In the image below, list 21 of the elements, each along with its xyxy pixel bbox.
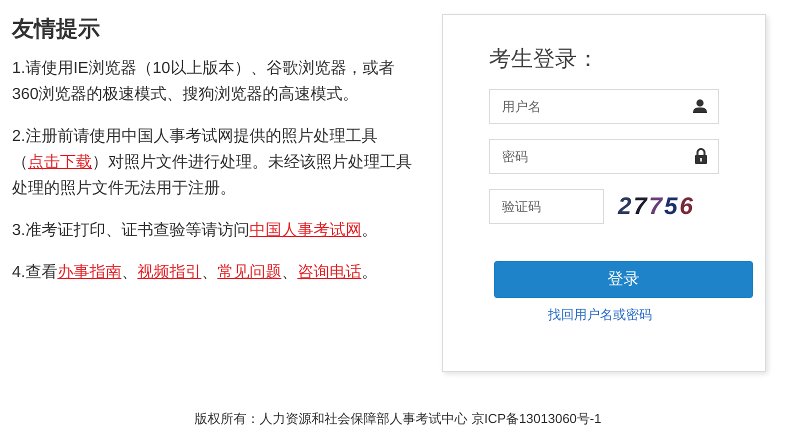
notice-paragraph: 3.准考证打印、证书查验等请访问中国人事考试网。 [12, 220, 378, 241]
password-field[interactable]: 密码 [489, 139, 719, 174]
captcha-image[interactable]: 27756 [618, 190, 718, 224]
user-icon [692, 98, 708, 114]
username-field[interactable]: 用户名 [489, 89, 719, 124]
lock-icon [694, 148, 708, 164]
notice-paragraph: 2.注册前请使用中国人事考试网提供的照片处理工具（点击下载）对照片文件进行处理。未经该照片处理工具处理的照片文件无法用于注册。 [12, 126, 413, 199]
notice-paragraph: 4.查看办事指南、视频指引、常见问题、咨询电话。 [12, 262, 378, 283]
notice-link[interactable]: 中国人事考试网 [249, 222, 362, 239]
recover-link[interactable]: 找回用户名或密码 [548, 306, 652, 324]
notice-link[interactable]: 视频指引 [137, 264, 202, 281]
notice-link[interactable]: 点击下载 [28, 154, 92, 171]
login-button[interactable]: 登录 [494, 261, 753, 298]
notice-link[interactable]: 常见问题 [217, 264, 282, 281]
notice-link[interactable]: 办事指南 [57, 264, 122, 281]
notice-paragraph: 1.请使用IE浏览器（10以上版本）、谷歌浏览器，或者360浏览器的极速模式、搜狗浏览器的高速模式。 [12, 58, 396, 105]
captcha-field[interactable]: 验证码 [489, 189, 604, 224]
footer-text: 版权所有：人力资源和社会保障部人事考试中心 京ICP备13013060号-1 [194, 410, 602, 428]
login-title: 考生登录： [489, 45, 599, 73]
notice-link[interactable]: 咨询电话 [297, 264, 362, 281]
notice-heading: 友情提示 [12, 15, 101, 43]
